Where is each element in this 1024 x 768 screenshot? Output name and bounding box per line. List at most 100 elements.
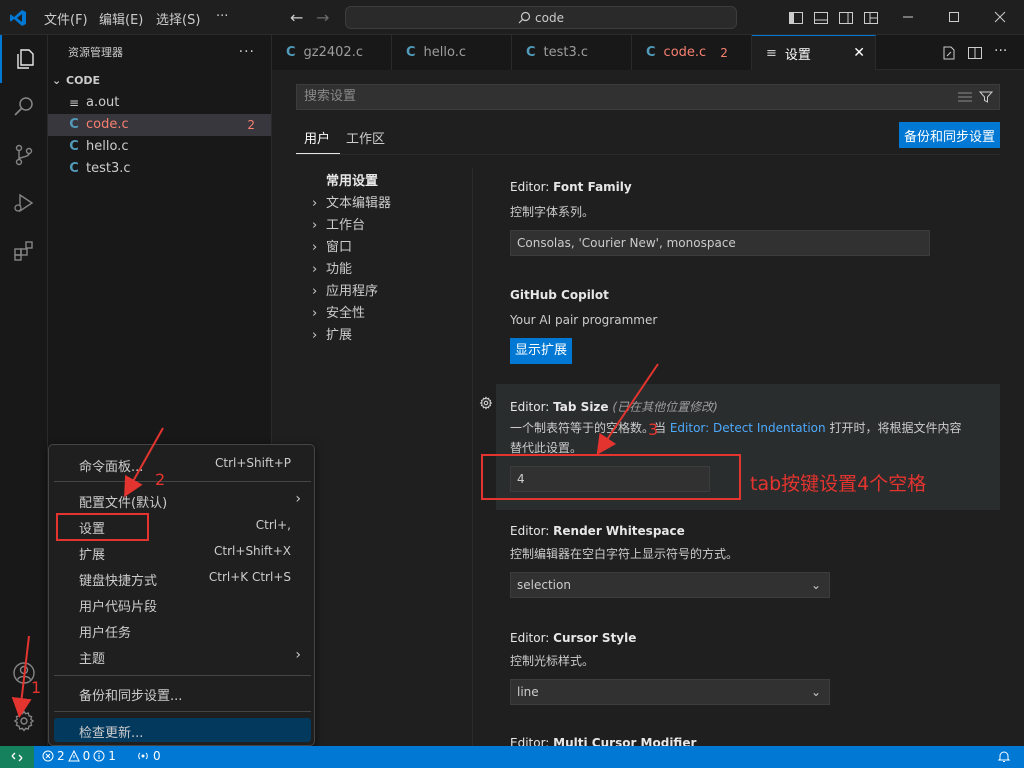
tab-label: hello.c: [423, 45, 467, 60]
setting-gear-icon[interactable]: [479, 396, 493, 410]
filter-icon[interactable]: [979, 90, 993, 104]
manage-gear-icon[interactable]: [0, 697, 48, 745]
menu-item-check-updates[interactable]: 检查更新...: [54, 718, 311, 742]
toggle-panel-icon[interactable]: [813, 10, 829, 26]
menu-file[interactable]: 文件(F): [44, 9, 88, 28]
split-editor-icon[interactable]: [967, 45, 983, 61]
explorer-title: 资源管理器: [68, 46, 123, 59]
command-center[interactable]: code: [345, 6, 737, 29]
toc-item-features[interactable]: › 功能: [312, 258, 352, 277]
tab-gz2402-c[interactable]: C gz2402.c: [272, 35, 392, 70]
broadcast-icon: [136, 750, 150, 762]
remote-indicator-icon[interactable]: [0, 746, 34, 768]
annotation-step-2: 2: [155, 470, 166, 489]
tab-hello-c[interactable]: C hello.c: [392, 35, 512, 70]
warning-count: 0: [82, 749, 91, 763]
c-file-icon: C: [406, 45, 416, 60]
font-family-input[interactable]: Consolas, 'Courier New', monospace: [510, 230, 930, 256]
c-file-icon: C: [526, 45, 536, 60]
explorer-more-button[interactable]: ···: [239, 35, 255, 70]
minimize-icon[interactable]: [896, 6, 920, 28]
folder-section[interactable]: ⌄ CODE: [48, 70, 271, 92]
toc-item-extensions[interactable]: › 扩展: [312, 324, 352, 343]
show-extension-button[interactable]: 显示扩展: [510, 338, 573, 364]
menu-more[interactable]: ···: [216, 9, 228, 24]
source-control-icon[interactable]: [0, 131, 48, 179]
chevron-down-icon: ⌄: [810, 578, 821, 592]
detect-indentation-link[interactable]: Editor: Detect Indentation: [670, 421, 826, 435]
maximize-icon[interactable]: [942, 6, 966, 28]
menu-item-extensions[interactable]: 扩展 Ctrl+Shift+X: [54, 540, 311, 564]
ports-count: 0: [153, 749, 161, 763]
menu-edit[interactable]: 编辑(E): [99, 9, 143, 28]
close-tab-icon[interactable]: ✕: [853, 45, 865, 61]
c-file-icon: C: [286, 45, 296, 60]
annotation-box-settings: [56, 513, 149, 541]
c-file-icon: C: [646, 45, 656, 60]
menu-item-user-snippets[interactable]: 用户代码片段: [54, 592, 311, 616]
editor-more-icon[interactable]: ···: [994, 43, 1007, 59]
error-count: 2: [57, 749, 65, 763]
close-window-icon[interactable]: [988, 6, 1012, 28]
tab-label: code.c: [663, 45, 707, 60]
tab-user[interactable]: 用户: [304, 128, 330, 147]
setting-title: Editor: Cursor Style: [510, 631, 637, 645]
chevron-right-icon: ›: [312, 284, 318, 299]
tab-settings[interactable]: ≡ 设置 ✕: [752, 35, 876, 70]
menu-selection[interactable]: 选择(S): [156, 9, 200, 28]
setting-description: Your AI pair programmer: [510, 313, 658, 327]
notifications-bell-icon[interactable]: [998, 750, 1010, 763]
back-arrow-icon[interactable]: ←: [290, 8, 303, 27]
tab-test3-c[interactable]: C test3.c: [512, 35, 632, 70]
c-file-icon: C: [69, 139, 79, 154]
menu-item-command-palette[interactable]: 命令面板... Ctrl+Shift+P: [54, 452, 311, 476]
menu-item-backup-sync[interactable]: 备份和同步设置...: [54, 681, 311, 705]
open-settings-json-icon[interactable]: [941, 45, 957, 61]
problem-count-badge: 2: [247, 118, 255, 132]
search-placeholder: 搜索设置: [304, 89, 357, 104]
tab-code-c[interactable]: C code.c 2: [632, 35, 752, 70]
explorer-icon[interactable]: [0, 35, 48, 83]
c-file-icon: C: [69, 161, 79, 176]
toggle-primary-sidebar-icon[interactable]: [788, 10, 804, 26]
setting-title: Editor: Render Whitespace: [510, 524, 685, 538]
run-debug-icon[interactable]: [0, 179, 48, 227]
toggle-secondary-sidebar-icon[interactable]: [838, 10, 854, 26]
cursor-style-select[interactable]: line ⌄: [510, 679, 830, 705]
ports-status[interactable]: 0: [136, 749, 161, 763]
clear-filter-icon[interactable]: [957, 90, 973, 104]
c-file-icon: C: [69, 117, 79, 132]
customize-layout-icon[interactable]: [863, 10, 879, 26]
setting-description: 控制编辑器在空白字符上显示符号的方式。: [510, 547, 739, 561]
chevron-right-icon: ›: [295, 491, 301, 507]
toc-item-window[interactable]: › 窗口: [312, 236, 352, 255]
file-item-test3-c[interactable]: C test3.c: [48, 158, 271, 180]
toc-divider: [472, 168, 473, 746]
toc-item-text-editor[interactable]: › 文本编辑器: [312, 192, 391, 211]
menu-item-user-tasks[interactable]: 用户任务: [54, 618, 311, 642]
toc-item-security[interactable]: › 安全性: [312, 302, 365, 321]
file-item-a-out[interactable]: ≡ a.out: [48, 92, 271, 114]
render-whitespace-select[interactable]: selection ⌄: [510, 572, 830, 598]
setting-description: 一个制表符等于的空格数。当 Editor: Detect Indentation…: [510, 421, 962, 455]
modified-elsewhere-note: (已在其他位置修改): [612, 400, 718, 414]
forward-arrow-icon[interactable]: →: [316, 8, 329, 27]
backup-sync-button[interactable]: 备份和同步设置: [899, 122, 1000, 148]
toc-item-application[interactable]: › 应用程序: [312, 280, 378, 299]
menu-item-profile[interactable]: 配置文件(默认) ›: [54, 488, 311, 512]
chevron-down-icon: ⌄: [810, 685, 821, 699]
toc-item-workbench[interactable]: › 工作台: [312, 214, 365, 233]
setting-title: GitHub Copilot: [510, 288, 609, 302]
toc-common-settings[interactable]: 常用设置: [326, 170, 378, 189]
tab-workspace[interactable]: 工作区: [346, 128, 385, 147]
settings-search-input[interactable]: 搜索设置: [296, 84, 1000, 110]
file-item-hello-c[interactable]: C hello.c: [48, 136, 271, 158]
file-name: a.out: [86, 95, 120, 110]
search-view-icon[interactable]: [0, 83, 48, 131]
file-item-code-c[interactable]: C code.c 2: [48, 114, 271, 136]
setting-font-family: Editor: Font Family 控制字体系列。 Consolas, 'C…: [496, 174, 1000, 262]
menu-item-themes[interactable]: 主题 ›: [54, 644, 311, 668]
menu-item-keyboard-shortcuts[interactable]: 键盘快捷方式 Ctrl+K Ctrl+S: [54, 566, 311, 590]
problems-status[interactable]: 2 0 1: [42, 749, 116, 763]
extensions-icon[interactable]: [0, 227, 48, 275]
